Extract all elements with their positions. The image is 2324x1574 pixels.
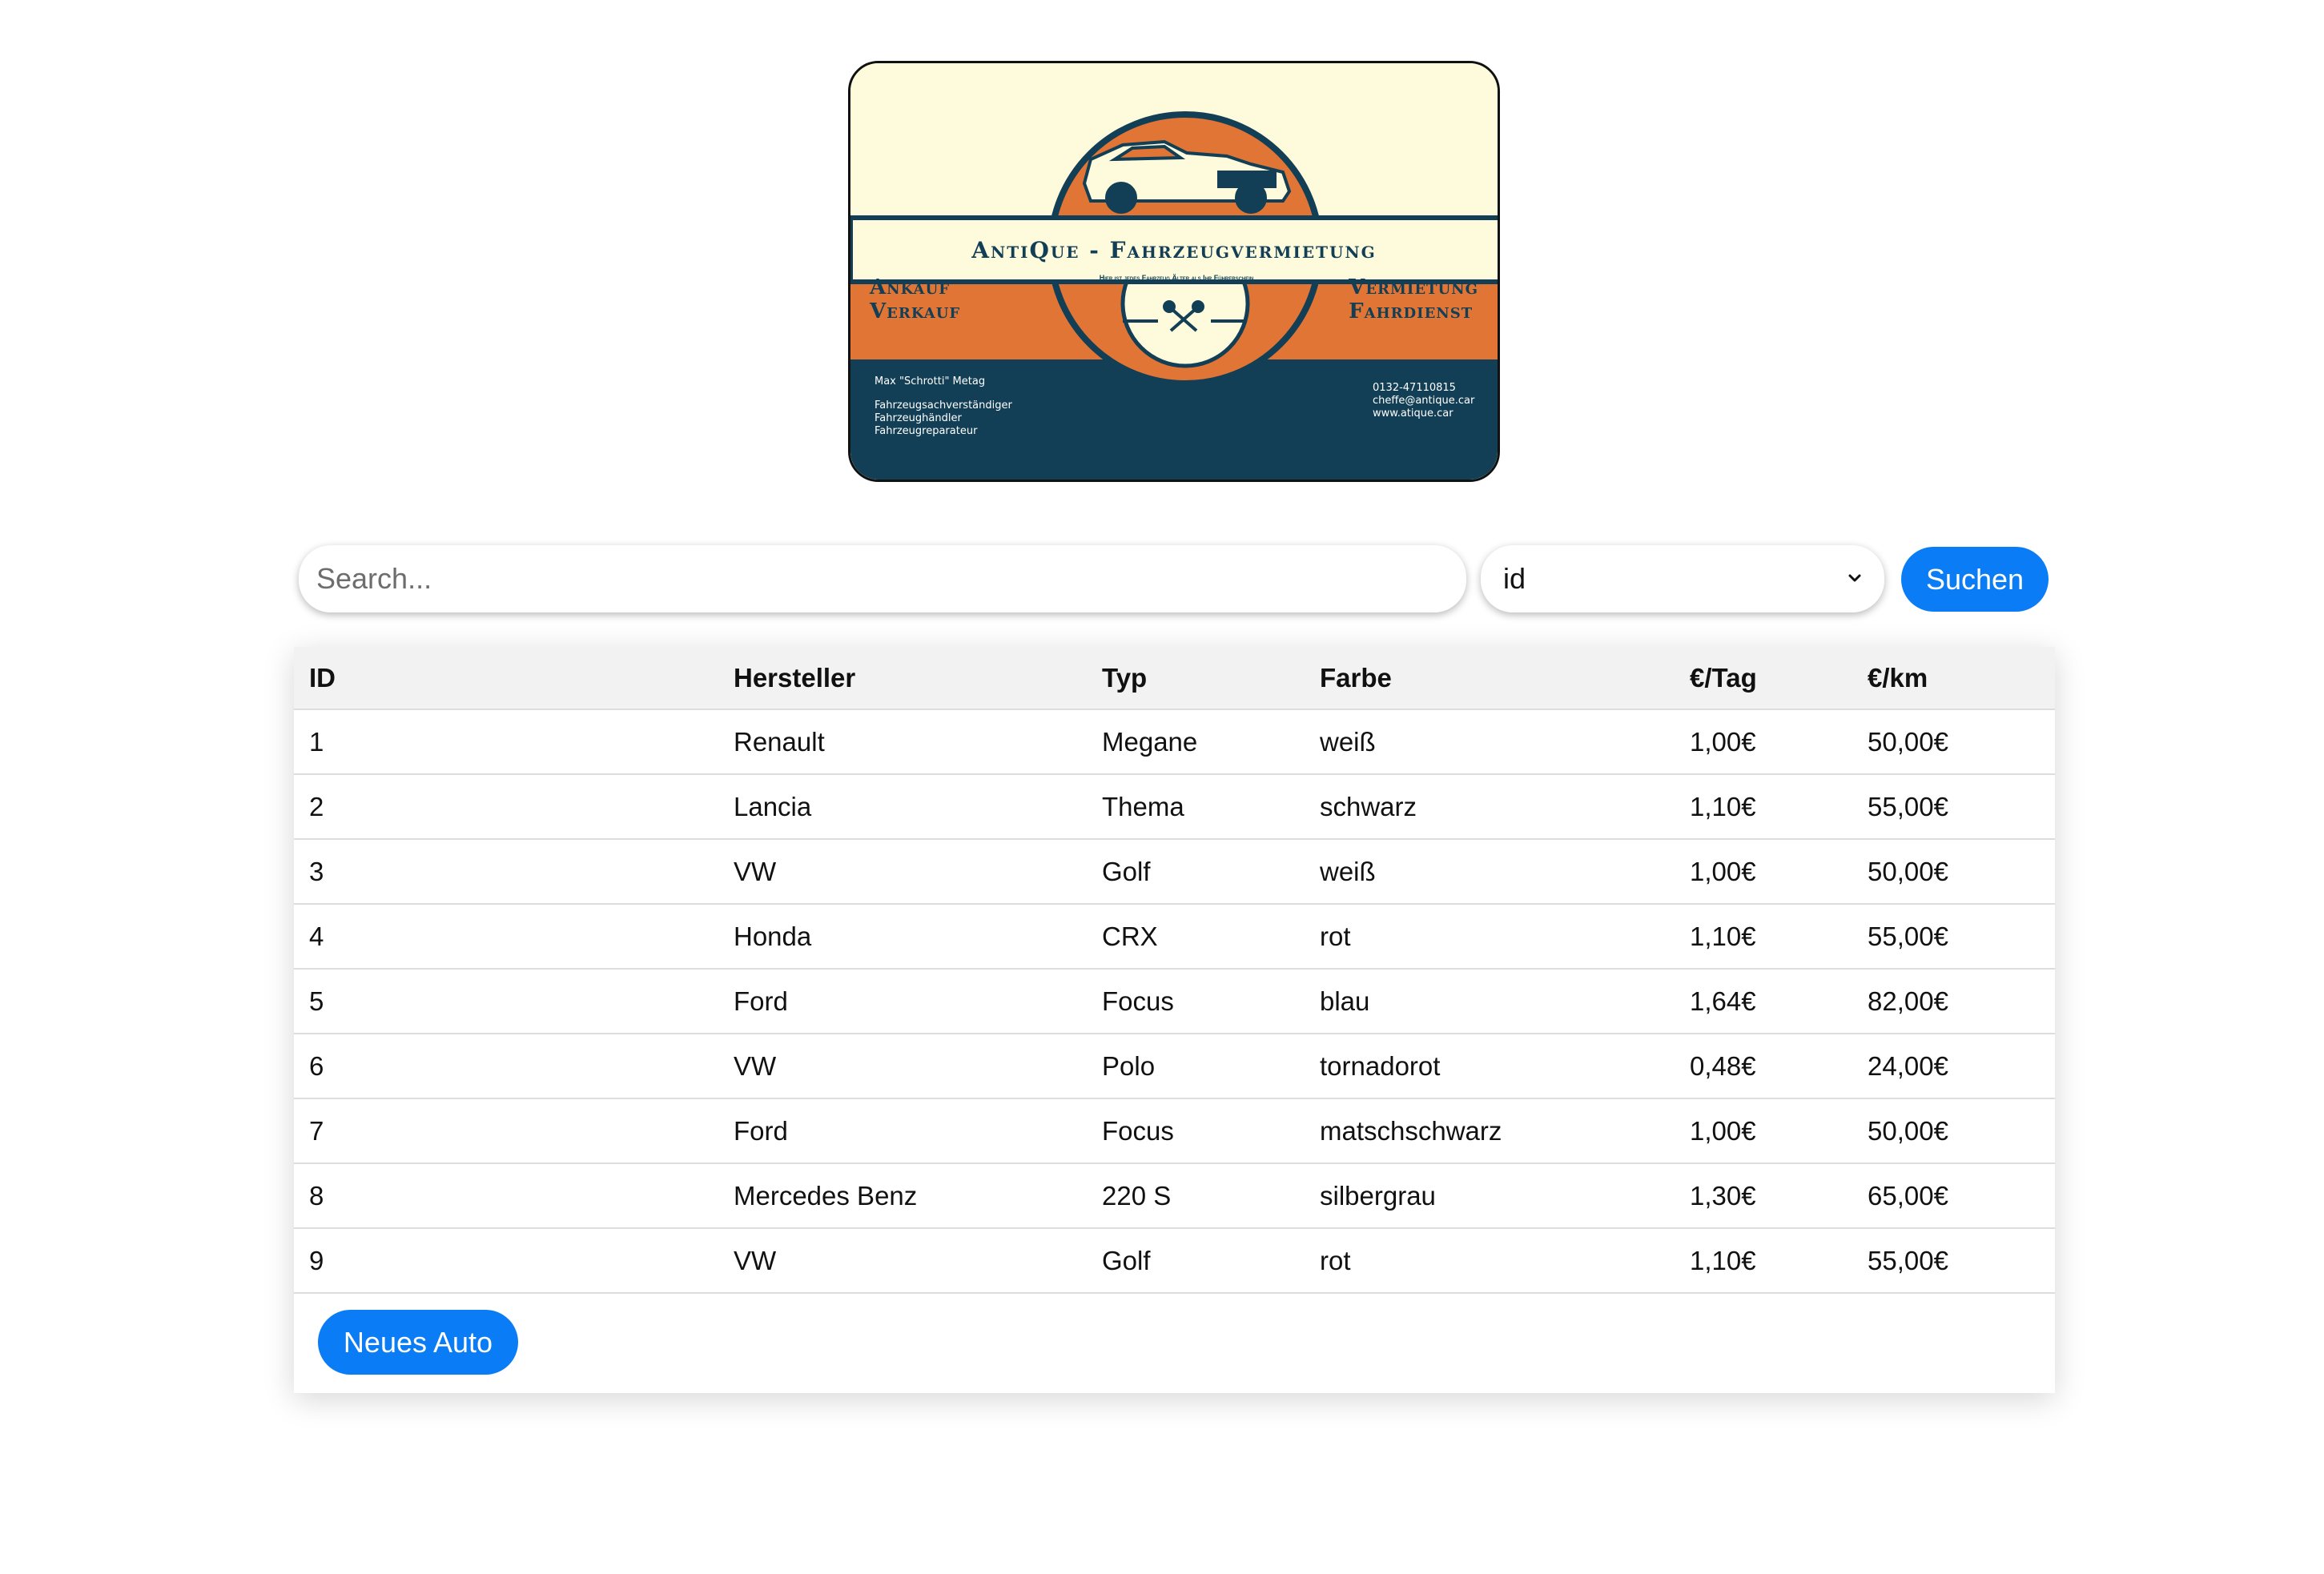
cell-typ: 220 S xyxy=(1102,1180,1172,1211)
cell-price-km: 55,00€ xyxy=(1868,791,1948,821)
cell-typ: Megane xyxy=(1102,726,1198,757)
cell-farbe: weiß xyxy=(1320,726,1376,757)
cell-price-km: 82,00€ xyxy=(1868,986,1948,1016)
table-row[interactable]: 6 VW Polo tornadorot 0,48€ 24,00€ xyxy=(294,1034,2055,1098)
cell-hersteller: Ford xyxy=(734,986,788,1016)
company-logo-card: AntiQue - Fahrzeugvermietung Ankauf Verk… xyxy=(848,61,1500,482)
cell-id: 1 xyxy=(309,726,324,757)
logo-tagline: Hier ist jedes Fahrzeug Älter als Ihr Fü… xyxy=(1099,274,1254,282)
search-button[interactable]: Suchen xyxy=(1901,547,2049,612)
cell-price-km: 50,00€ xyxy=(1868,856,1948,886)
logo-left-banner: Ankauf Verkauf xyxy=(870,275,961,323)
chevron-down-icon xyxy=(1848,574,1861,582)
logo-title: AntiQue - Fahrzeugvermietung xyxy=(971,236,1377,263)
column-header-farbe[interactable]: Farbe xyxy=(1320,647,1690,709)
cell-hersteller: VW xyxy=(734,1050,777,1081)
cell-id: 4 xyxy=(309,921,324,951)
cell-price-km: 24,00€ xyxy=(1868,1050,1948,1081)
column-header-id[interactable]: ID xyxy=(294,647,734,709)
cell-price-day: 1,10€ xyxy=(1690,921,1756,951)
cell-id: 3 xyxy=(309,856,324,886)
column-header-price-day[interactable]: €/Tag xyxy=(1690,647,1868,709)
new-car-button[interactable]: Neues Auto xyxy=(318,1310,518,1375)
cell-id: 8 xyxy=(309,1180,324,1211)
cell-price-km: 65,00€ xyxy=(1868,1180,1948,1211)
logo-contact-left: Max "Schrotti" Metag Fahrzeugsachverstän… xyxy=(875,375,1012,437)
cell-hersteller: Lancia xyxy=(734,791,812,821)
select-value: id xyxy=(1503,562,1526,595)
cell-typ: Focus xyxy=(1102,1115,1174,1146)
cell-price-day: 1,30€ xyxy=(1690,1180,1756,1211)
cell-id: 6 xyxy=(309,1050,324,1081)
cell-typ: Thema xyxy=(1102,791,1184,821)
table-row[interactable]: 8 Mercedes Benz 220 S silbergrau 1,30€ 6… xyxy=(294,1163,2055,1228)
logo-right-banner: Vermietung Fahrdienst xyxy=(1349,275,1478,323)
column-header-typ[interactable]: Typ xyxy=(1102,647,1320,709)
table-row[interactable]: 5 Ford Focus blau 1,64€ 82,00€ xyxy=(294,969,2055,1034)
cars-table-container: ID Hersteller Typ Farbe €/Tag €/km 1 Ren… xyxy=(294,647,2055,1393)
cell-id: 7 xyxy=(309,1115,324,1146)
cell-price-day: 1,00€ xyxy=(1690,1115,1756,1146)
cell-typ: CRX xyxy=(1102,921,1158,951)
cell-hersteller: Renault xyxy=(734,726,825,757)
cell-farbe: schwarz xyxy=(1320,791,1417,821)
cell-typ: Golf xyxy=(1102,856,1151,886)
cell-price-day: 1,10€ xyxy=(1690,1245,1756,1275)
table-row[interactable]: 7 Ford Focus matschschwarz 1,00€ 50,00€ xyxy=(294,1098,2055,1163)
search-field-select[interactable]: id xyxy=(1481,545,1884,612)
table-row[interactable]: 9 VW Golf rot 1,10€ 55,00€ xyxy=(294,1228,2055,1293)
cell-farbe: blau xyxy=(1320,986,1370,1016)
cell-farbe: matschschwarz xyxy=(1320,1115,1502,1146)
cell-id: 2 xyxy=(309,791,324,821)
cell-typ: Golf xyxy=(1102,1245,1151,1275)
cell-price-day: 1,64€ xyxy=(1690,986,1756,1016)
column-header-hersteller[interactable]: Hersteller xyxy=(734,647,1102,709)
cell-hersteller: VW xyxy=(734,856,777,886)
cell-price-day: 1,10€ xyxy=(1690,791,1756,821)
cell-price-day: 1,00€ xyxy=(1690,856,1756,886)
table-header-row: ID Hersteller Typ Farbe €/Tag €/km xyxy=(294,647,2055,709)
cell-price-km: 50,00€ xyxy=(1868,726,1948,757)
cars-table: ID Hersteller Typ Farbe €/Tag €/km 1 Ren… xyxy=(294,647,2055,1294)
table-row[interactable]: 2 Lancia Thema schwarz 1,10€ 55,00€ xyxy=(294,774,2055,839)
table-row[interactable]: 1 Renault Megane weiß 1,00€ 50,00€ xyxy=(294,709,2055,774)
cell-farbe: rot xyxy=(1320,1245,1351,1275)
cell-farbe: silbergrau xyxy=(1320,1180,1436,1211)
logo-contact-right: 0132-47110815 cheffe@antique.car www.ati… xyxy=(1373,382,1475,420)
cell-hersteller: VW xyxy=(734,1245,777,1275)
cell-price-km: 50,00€ xyxy=(1868,1115,1948,1146)
cell-price-km: 55,00€ xyxy=(1868,921,1948,951)
cell-farbe: rot xyxy=(1320,921,1351,951)
cell-hersteller: Ford xyxy=(734,1115,788,1146)
cell-farbe: weiß xyxy=(1320,856,1376,886)
cell-hersteller: Mercedes Benz xyxy=(734,1180,918,1211)
cell-typ: Polo xyxy=(1102,1050,1156,1081)
cell-typ: Focus xyxy=(1102,986,1174,1016)
cell-farbe: tornadorot xyxy=(1320,1050,1441,1081)
table-row[interactable]: 4 Honda CRX rot 1,10€ 55,00€ xyxy=(294,904,2055,969)
search-input[interactable] xyxy=(299,545,1466,612)
cell-price-km: 55,00€ xyxy=(1868,1245,1948,1275)
cell-hersteller: Honda xyxy=(734,921,812,951)
table-row[interactable]: 3 VW Golf weiß 1,00€ 50,00€ xyxy=(294,839,2055,904)
cell-price-day: 1,00€ xyxy=(1690,726,1756,757)
column-header-price-km[interactable]: €/km xyxy=(1868,647,2055,709)
cell-id: 9 xyxy=(309,1245,324,1275)
cell-price-day: 0,48€ xyxy=(1690,1050,1756,1081)
cell-id: 5 xyxy=(309,986,324,1016)
